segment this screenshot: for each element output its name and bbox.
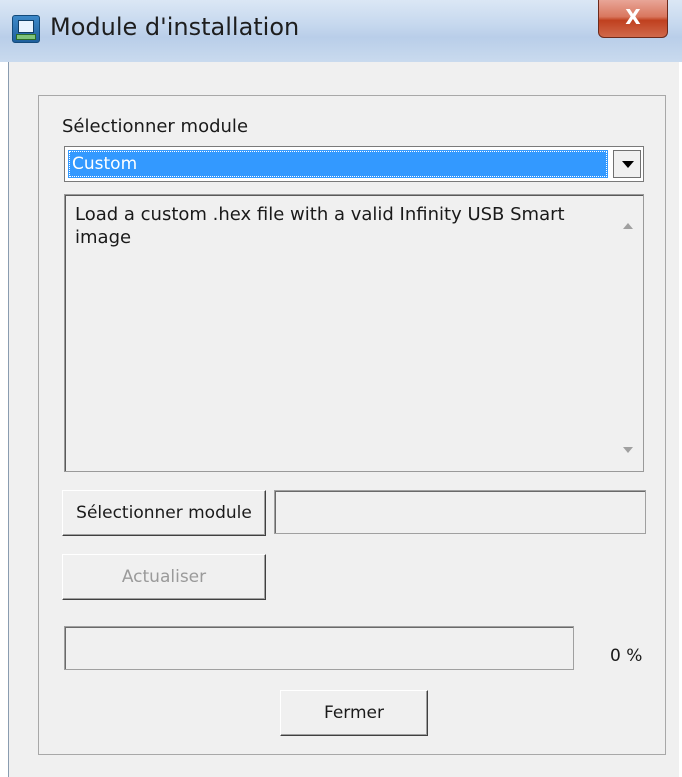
window-title: Module d'installation — [50, 13, 300, 41]
refresh-button[interactable]: Actualiser — [62, 554, 266, 600]
progress-bar — [64, 626, 574, 670]
file-path-field[interactable] — [274, 490, 646, 534]
scroll-down-icon[interactable] — [623, 447, 633, 453]
module-select-label: Sélectionner module — [62, 116, 249, 137]
title-bar: Module d'installation X — [0, 0, 682, 62]
module-dropdown[interactable]: Custom — [64, 146, 644, 182]
description-textarea[interactable]: Load a custom .hex file with a valid Inf… — [64, 194, 644, 472]
scroll-up-icon[interactable] — [623, 223, 633, 229]
window-close-button[interactable]: X — [598, 0, 668, 38]
app-icon — [12, 15, 40, 43]
chevron-down-icon[interactable] — [613, 150, 641, 178]
progress-percent: 0 % — [610, 646, 643, 666]
module-dropdown-value[interactable]: Custom — [68, 150, 608, 178]
description-text: Load a custom .hex file with a valid Inf… — [75, 204, 565, 248]
close-button[interactable]: Fermer — [280, 690, 428, 736]
select-module-button[interactable]: Sélectionner module — [62, 490, 266, 536]
